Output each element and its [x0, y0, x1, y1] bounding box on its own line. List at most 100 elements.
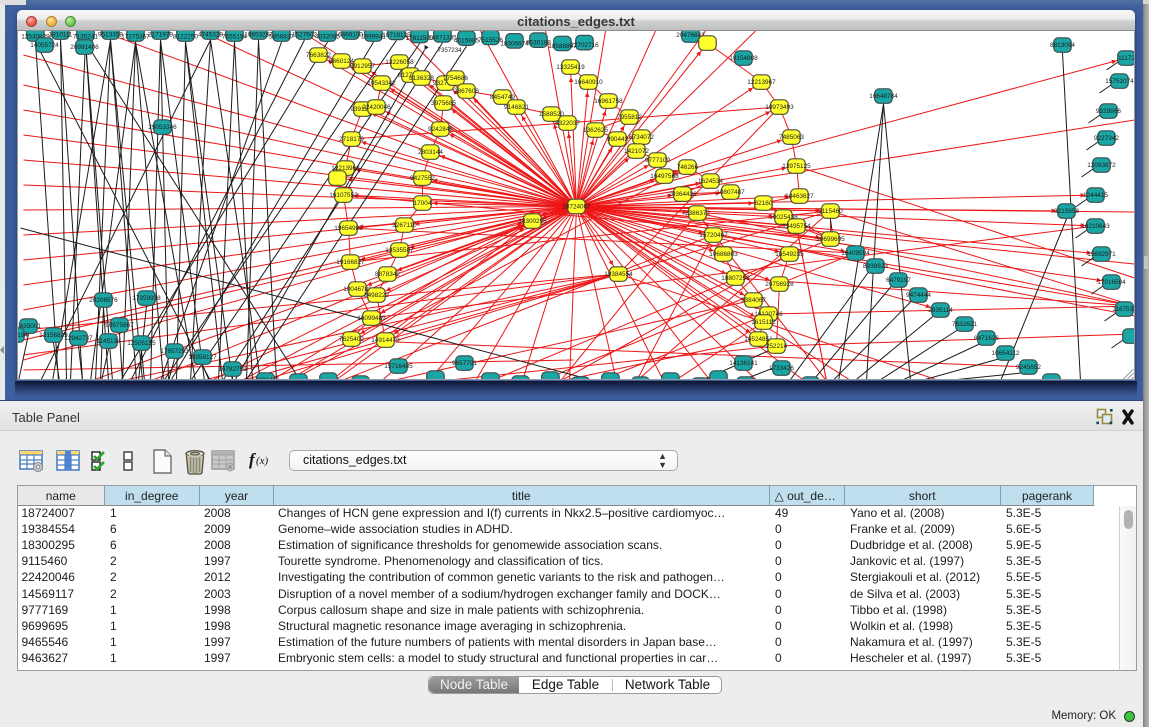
- svg-text:8122250: 8122250: [173, 34, 198, 41]
- svg-text:90975867: 90975867: [105, 322, 134, 329]
- svg-text:16409594: 16409594: [841, 250, 870, 257]
- svg-text:16497568: 16497568: [650, 173, 679, 180]
- svg-text:990443: 990443: [607, 136, 629, 143]
- svg-text:9146821: 9146821: [504, 104, 529, 111]
- svg-text:17275367: 17275367: [121, 34, 150, 41]
- svg-text:8471626: 8471626: [974, 335, 999, 342]
- svg-text:9513358: 9513358: [98, 32, 123, 39]
- svg-text:2935114: 2935114: [928, 307, 953, 314]
- svg-text:18306674: 18306674: [500, 40, 529, 47]
- svg-text:15751074: 15751074: [1105, 78, 1134, 85]
- svg-text:17016504: 17016504: [1097, 279, 1126, 286]
- svg-text:10654112: 10654112: [992, 350, 1020, 357]
- svg-text:10958127: 10958127: [188, 354, 217, 361]
- svg-text:1145134: 1145134: [96, 338, 121, 345]
- svg-text:3498222: 3498222: [364, 292, 389, 299]
- svg-text:4015985: 4015985: [454, 38, 479, 45]
- svg-text:2171979: 2171979: [148, 32, 173, 39]
- svg-text:12942737: 12942737: [64, 335, 93, 342]
- svg-text:12213967: 12213967: [747, 79, 776, 86]
- svg-text:13975125: 13975125: [782, 163, 811, 170]
- svg-text:9474444: 9474444: [906, 292, 931, 299]
- svg-text:7625402: 7625402: [339, 336, 364, 343]
- svg-text:15716485: 15716485: [384, 363, 413, 370]
- svg-text:19654982: 19654982: [334, 225, 363, 232]
- svg-text:7485063: 7485063: [779, 134, 804, 141]
- svg-text:10807487: 10807487: [716, 189, 745, 196]
- svg-text:9384067: 9384067: [741, 297, 766, 304]
- svg-text:2803144: 2803144: [418, 149, 443, 156]
- svg-text:10973493: 10973493: [765, 104, 794, 111]
- svg-text:10154808: 10154808: [729, 55, 758, 62]
- svg-text:14055724: 14055724: [30, 42, 59, 49]
- svg-text:1527602: 1527602: [292, 32, 317, 39]
- svg-text:252214: 252214: [766, 343, 788, 350]
- svg-text:5858837: 5858837: [269, 34, 294, 41]
- svg-text:(x): (x): [256, 455, 269, 467]
- svg-text:1362625: 1362625: [583, 127, 608, 134]
- svg-text:3915194: 3915194: [18, 332, 28, 339]
- svg-text:20756928: 20756928: [765, 281, 794, 288]
- svg-text:3975685: 3975685: [431, 100, 456, 107]
- svg-text:6479197: 6479197: [886, 277, 911, 284]
- svg-text:14671335: 14671335: [428, 34, 457, 41]
- svg-text:1624534: 1624534: [698, 178, 723, 185]
- svg-text:9227342: 9227342: [1094, 135, 1119, 142]
- svg-text:10463627: 10463627: [785, 193, 814, 200]
- svg-text:8215958: 8215958: [1054, 208, 1079, 215]
- svg-text:3267110: 3267110: [392, 222, 417, 229]
- svg-text:12093872: 12093872: [1087, 162, 1116, 169]
- svg-text:17359938: 17359938: [132, 295, 161, 302]
- svg-text:2867608: 2867608: [454, 88, 479, 95]
- svg-text:2718179: 2718179: [339, 136, 364, 143]
- svg-text:15692971: 15692971: [1087, 251, 1116, 258]
- svg-text:20991406: 20991406: [70, 44, 99, 51]
- svg-text:1421072: 1421072: [624, 148, 649, 155]
- svg-text:20206576: 20206576: [89, 297, 118, 304]
- svg-text:16648784: 16648784: [869, 93, 898, 100]
- svg-text:8322037: 8322037: [555, 120, 580, 127]
- svg-text:10699695: 10699695: [816, 236, 845, 243]
- svg-text:9777109: 9777109: [645, 157, 670, 164]
- svg-text:16961758: 16961758: [594, 98, 623, 105]
- svg-text:1733426: 1733426: [769, 365, 794, 372]
- svg-text:11172: 11172: [1118, 55, 1135, 62]
- svg-text:7357234: 7357234: [438, 47, 463, 54]
- svg-text:14914479: 14914479: [371, 337, 400, 344]
- svg-text:16210643: 16210643: [1081, 223, 1110, 230]
- svg-text:6466100: 6466100: [338, 32, 363, 39]
- svg-text:17004: 17004: [414, 200, 432, 207]
- svg-text:16640910: 16640910: [574, 79, 603, 86]
- svg-text:15720407: 15720407: [699, 232, 728, 239]
- svg-text:1244415: 1244415: [1083, 192, 1108, 199]
- svg-text:746266: 746266: [677, 164, 699, 171]
- svg-text:29053346: 29053346: [148, 124, 177, 131]
- svg-text:9242848: 9242848: [428, 126, 453, 133]
- svg-text:14136141: 14136141: [729, 360, 758, 367]
- svg-text:1615112: 1615112: [751, 319, 776, 326]
- svg-text:12923466: 12923466: [251, 377, 280, 380]
- svg-text:1754686: 1754686: [443, 75, 468, 82]
- svg-text:9427552: 9427552: [410, 175, 435, 182]
- svg-text:13495754: 13495754: [782, 223, 811, 230]
- svg-text:2386372: 2386372: [685, 210, 710, 217]
- svg-text:19166827: 19166827: [336, 259, 365, 266]
- svg-text:1167533: 1167533: [1112, 306, 1135, 313]
- svg-text:9329966: 9329966: [1096, 108, 1121, 115]
- svg-text:9245652: 9245652: [1016, 364, 1041, 371]
- svg-text:10686803: 10686803: [709, 251, 738, 258]
- svg-text:22420046: 22420046: [362, 104, 391, 111]
- svg-text:7663822: 7663822: [306, 52, 331, 59]
- svg-text:8878342: 8878342: [375, 271, 400, 278]
- svg-text:9115460: 9115460: [818, 208, 843, 215]
- svg-text:9657791: 9657791: [452, 360, 477, 367]
- svg-text:16107552: 16107552: [329, 192, 358, 199]
- svg-text:16782759: 16782759: [218, 366, 247, 373]
- svg-text:7632621: 7632621: [952, 321, 977, 328]
- svg-text:7955812: 7955812: [617, 114, 642, 121]
- svg-text:20364436: 20364436: [668, 191, 697, 198]
- svg-text:19384554: 19384554: [604, 271, 633, 278]
- svg-text:13325419: 13325419: [556, 64, 585, 71]
- svg-text:1810111: 1810111: [49, 32, 73, 39]
- svg-text:16099489: 16099489: [357, 315, 386, 322]
